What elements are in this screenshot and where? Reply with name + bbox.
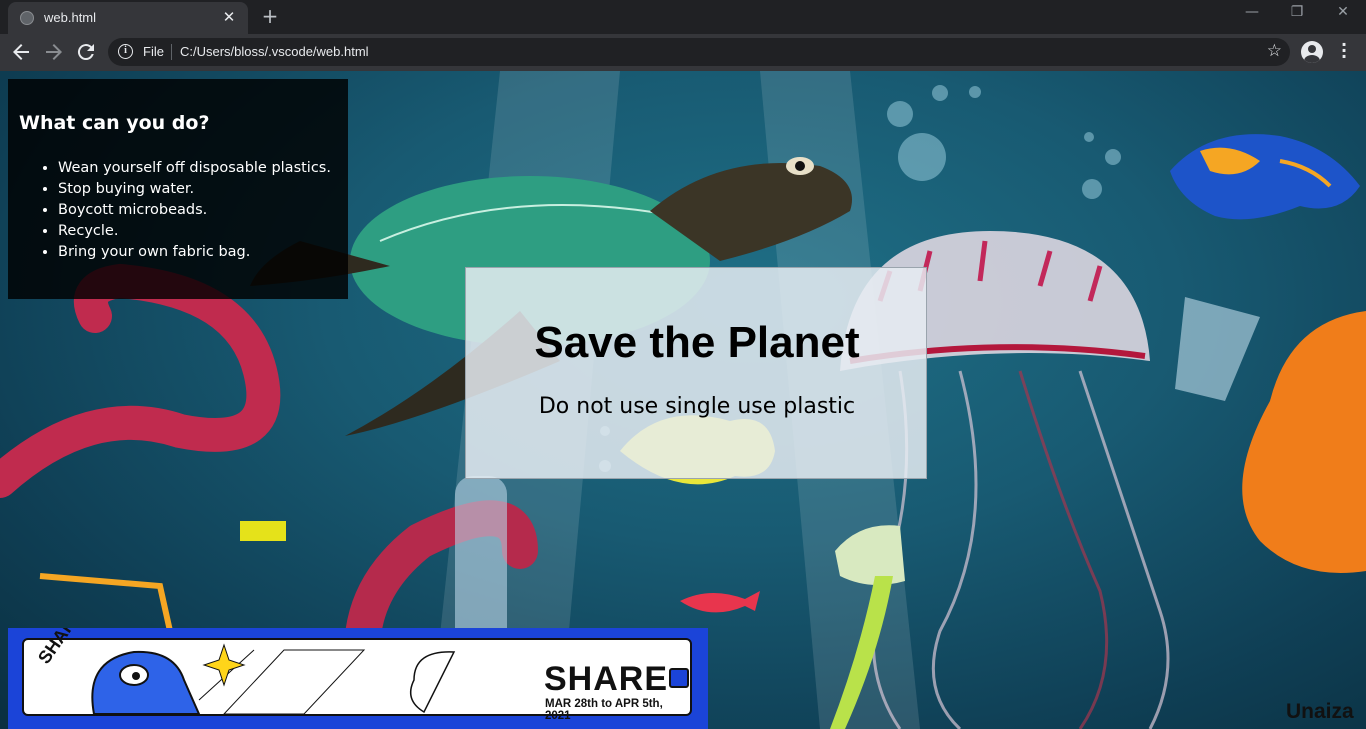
list-item: Boycott microbeads. <box>58 200 331 221</box>
straw-illustration <box>39 573 173 632</box>
browser-tab-strip: web.html ✕ + — ❐ ✕ <box>0 0 1366 34</box>
hero-card: Save the Planet Do not use single use pl… <box>465 267 927 479</box>
tips-panel: What can you do? Wean yourself off dispo… <box>8 79 348 299</box>
forward-arrow-icon[interactable] <box>42 40 66 64</box>
scheme-label: File <box>143 44 164 59</box>
reload-icon[interactable] <box>74 40 98 64</box>
url-text[interactable]: C:/Users/bloss/.vscode/web.html <box>180 44 369 59</box>
restore-icon[interactable]: ❐ <box>1282 4 1312 20</box>
banner-headline: SHARE <box>544 660 669 698</box>
share-banner: SHARE SHARE MAR 28th to APR 5th, 2021 <box>8 628 708 729</box>
banner-inner: SHARE SHARE MAR 28th to APR 5th, 2021 <box>22 628 692 722</box>
list-item: Bring your own fabric bag. <box>58 242 331 263</box>
minimize-icon[interactable]: — <box>1237 4 1267 20</box>
account-icon[interactable] <box>1301 41 1323 63</box>
page-title: Save the Planet <box>534 318 860 367</box>
red-fish-illustration <box>680 591 760 613</box>
banner-illustration <box>91 643 456 714</box>
banner-dates: MAR 28th to APR 5th, 2021 <box>545 698 663 722</box>
globe-icon <box>20 11 34 25</box>
address-bar[interactable]: i File C:/Users/bloss/.vscode/web.html ☆ <box>108 38 1290 66</box>
plus-icon[interactable]: + <box>258 4 282 28</box>
plastic-bag-illustration <box>1242 311 1366 573</box>
page-subtitle: Do not use single use plastic <box>538 394 856 419</box>
star-icon[interactable]: ☆ <box>1267 41 1282 61</box>
list-item: Wean yourself off disposable plastics. <box>58 158 331 179</box>
panel-heading: What can you do? <box>19 112 210 134</box>
back-arrow-icon[interactable] <box>9 40 33 64</box>
lego-brick-illustration <box>240 521 286 541</box>
omnibox-separator <box>171 44 172 60</box>
vertical-dots-icon[interactable]: · · · <box>1336 37 1352 65</box>
browser-tab[interactable]: web.html ✕ <box>8 2 248 34</box>
list-item: Stop buying water. <box>58 179 331 200</box>
browser-toolbar: i File C:/Users/bloss/.vscode/web.html ☆… <box>0 34 1366 71</box>
share-square-icon <box>669 668 689 688</box>
web-page: What can you do? Wean yourself off dispo… <box>0 71 1366 729</box>
tips-list: Wean yourself off disposable plastics. S… <box>58 158 331 263</box>
window-close-icon[interactable]: ✕ <box>1328 4 1358 20</box>
tab-title: web.html <box>44 10 97 25</box>
author-signature: Unaiza <box>1286 700 1354 723</box>
info-icon[interactable]: i <box>118 44 133 59</box>
plastic-cup-illustration <box>1175 297 1260 401</box>
list-item: Recycle. <box>58 221 331 242</box>
close-icon[interactable]: ✕ <box>220 8 238 26</box>
mandarin-fish-illustration <box>1170 134 1360 220</box>
